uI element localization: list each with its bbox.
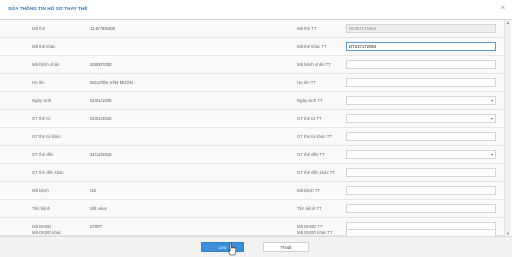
patient-id-label: Mã bệnh nhân [32,62,60,67]
form-row: GT thẻ đến khác GT thẻ đến khác TT [0,164,504,182]
scroll-up-icon[interactable]: ▲ [505,20,511,25]
birth-date-value: 01/01/1936 [90,98,112,103]
form-row: Mã thẻ khác Mã thẻ khác TT DT237172054 [0,38,504,56]
form-row: GT thẻ đến 31/12/2016 GT thẻ đến TT ▾ [0,146,504,164]
chevron-down-icon: ▾ [490,98,493,103]
valid-to-value: 31/12/2016 [90,152,112,157]
valid-from-tt-select[interactable]: ▾ [346,114,496,123]
full-name-tt-label: Họ tên TT [297,80,317,85]
birth-date-tt-label: Ngày sinh TT [297,98,323,103]
disease-code-tt-input[interactable] [346,186,496,195]
valid-from-other-label: GT thẻ từ khác [32,134,61,139]
dialog-title: SỬA THÔNG TIN HỒ SƠ THAY THẾ [8,6,88,11]
chevron-down-icon: ▾ [490,116,493,121]
close-icon[interactable]: × [498,3,508,13]
form-row: Tên bệnh Sốt virus Tên bệnh TT [0,200,504,218]
chevron-down-icon: ▾ [490,152,493,157]
valid-from-tt-label: GT thẻ từ TT [297,116,322,121]
form-row: Mã thẻ 11-5/78/9406 Mã thẻ TT 0D35717205… [0,20,504,38]
disease-code-tt-label: Mã bệnh TT [297,188,321,193]
registration-code-other-tt-label: Mã DKBD khác TT [297,230,333,235]
form-row: Mã bệnh I10 Mã bệnh TT [0,182,504,200]
dialog-titlebar: SỬA THÔNG TIN HỒ SƠ THAY THẾ × [0,0,512,19]
form-row: Họ tên NGUYỄN VĂN MUỘN Họ tên TT [0,74,504,92]
valid-to-tt-select[interactable]: ▾ [346,150,496,159]
card-number-label: Mã thẻ [32,26,46,31]
disease-code-value: I10 [90,188,96,193]
form-row: Ngày sinh 01/01/1936 Ngày sinh TT ▾ [0,92,504,110]
valid-from-other-tt-input[interactable] [346,132,496,141]
card-number-tt-label: Mã thẻ TT [297,26,317,31]
hand-cursor-icon [227,242,237,256]
valid-from-other-tt-label: GT thẻ từ khác TT [297,134,332,139]
valid-from-label: GT thẻ từ [32,116,51,121]
other-card-tt-input[interactable]: DT237172054 [346,42,496,51]
dialog-footer: Lưu Thoát [0,236,512,257]
card-number-tt-field: 0D357172054 [346,24,496,33]
birth-date-tt-select[interactable]: ▾ [346,96,496,105]
other-card-tt-value: DT237172054 [349,44,377,49]
valid-from-value: 01/01/2016 [90,116,112,121]
disease-name-tt-input[interactable] [346,204,496,213]
valid-to-other-label: GT thẻ đến khác [32,170,64,175]
vertical-scrollbar[interactable]: ▲ ▼ [504,20,510,236]
patient-id-tt-label: Mã bệnh nhân TT [297,62,331,67]
card-number-value: 11-5/78/9406 [90,26,116,31]
full-name-label: Họ tên [32,80,45,85]
other-card-label: Mã thẻ khác [32,44,56,49]
patient-id-value: 200007030 [90,62,112,67]
form-row: Mã bệnh nhân 200007030 Mã bệnh nhân TT [0,56,504,74]
valid-to-tt-label: GT thẻ đến TT [297,152,325,157]
full-name-tt-input[interactable] [346,78,496,87]
edit-replacement-record-dialog: SỬA THÔNG TIN HỒ SƠ THAY THẾ × Mã thẻ 11… [0,0,512,257]
birth-date-label: Ngày sinh [32,98,52,103]
disease-name-tt-label: Tên bệnh TT [297,206,322,211]
registration-code-other-label: Mã DKBD khác [32,230,62,235]
card-number-tt-value: 0D357172054 [349,26,377,31]
form-row: GT thẻ từ khác GT thẻ từ khác TT [0,128,504,146]
valid-to-other-tt-input[interactable] [346,168,496,177]
exit-button[interactable]: Thoát [263,242,309,252]
disease-name-value: Sốt virus [90,206,107,211]
valid-to-other-tt-label: GT thẻ đến khác TT [297,170,336,175]
disease-name-label: Tên bệnh [32,206,51,211]
patient-id-tt-input[interactable] [346,60,496,69]
save-button[interactable]: Lưu [201,242,244,252]
disease-code-label: Mã bệnh [32,188,49,193]
valid-to-label: GT thẻ đến [32,152,54,157]
full-name-value: NGUYỄN VĂN MUỘN [90,80,133,85]
other-card-tt-label: Mã thẻ khác TT [297,44,327,49]
form-row: GT thẻ từ 01/01/2016 GT thẻ từ TT ▾ [0,110,504,128]
